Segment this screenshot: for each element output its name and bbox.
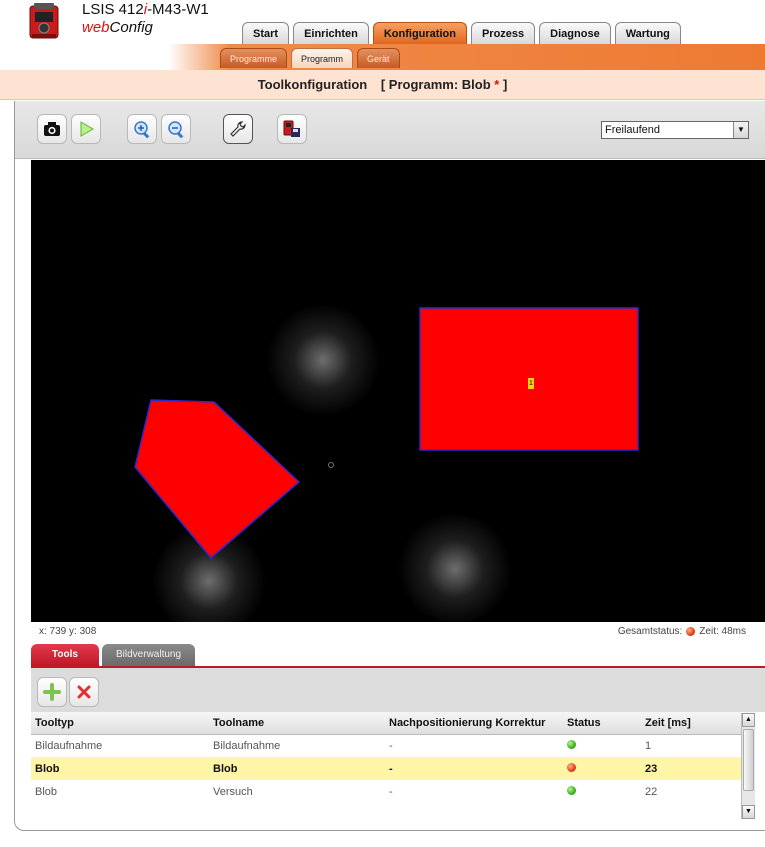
cell-nachpos: -	[385, 757, 563, 780]
cell-zeit: 1	[641, 734, 755, 757]
device-camera-icon	[29, 3, 59, 39]
save-device-icon	[283, 120, 300, 137]
cell-nachpos: -	[385, 734, 563, 757]
cell-name: Bildaufnahme	[209, 734, 385, 757]
trigger-mode-select[interactable]: Freilaufend ▼	[601, 121, 749, 139]
table-row[interactable]: Bildaufnahme Bildaufnahme -1	[31, 734, 755, 757]
cell-name: Versuch	[209, 780, 385, 803]
tab-einrichten[interactable]: Einrichten	[293, 22, 369, 44]
tool-settings-button[interactable]	[223, 114, 253, 144]
wrench-icon	[230, 121, 246, 137]
roi-polygon[interactable]	[134, 399, 301, 560]
cell-type: Blob	[31, 780, 209, 803]
zoom-in-button[interactable]	[127, 114, 157, 144]
sub-navigation: Programme Programm Gerät	[220, 48, 400, 68]
status-red-icon	[686, 627, 696, 636]
column-header[interactable]: Toolname	[209, 712, 385, 735]
tab-tools[interactable]: Tools	[31, 644, 99, 666]
status-red-icon	[567, 762, 576, 772]
table-scrollbar[interactable]: ▲ ▼	[741, 713, 755, 819]
cell-type: Blob	[31, 757, 209, 780]
cell-name: Blob	[209, 757, 385, 780]
subtab-2[interactable]: Gerät	[357, 48, 400, 68]
page-title-label: Toolkonfiguration	[257, 77, 368, 92]
tab-start[interactable]: Start	[242, 22, 290, 44]
overall-status: Gesamtstatus: Zeit: 48ms	[617, 626, 746, 637]
cell-zeit: 23	[641, 757, 755, 780]
run-button[interactable]	[71, 114, 101, 144]
zoom-in-icon	[134, 121, 150, 139]
cursor-coordinates: x: 739 y: 308	[39, 626, 97, 637]
status-green-icon	[567, 785, 576, 795]
page-title: Toolkonfiguration [ Programm: Blob * ]	[0, 70, 765, 100]
column-header[interactable]: Tooltyp	[31, 712, 209, 735]
camera-icon	[44, 122, 60, 136]
cell-zeit: 22	[641, 780, 755, 803]
table-header-row: Tooltyp Toolname Nachpositionierung Korr…	[31, 712, 755, 735]
column-header[interactable]: Zeit [ms]	[641, 712, 755, 735]
subtab-1[interactable]: Programm	[291, 48, 354, 68]
scrollbar-thumb[interactable]	[743, 729, 754, 791]
capture-image-button[interactable]	[37, 114, 67, 144]
cell-type: Bildaufnahme	[31, 734, 209, 757]
scroll-up-icon[interactable]: ▲	[742, 713, 755, 727]
delete-tool-button[interactable]	[69, 677, 99, 707]
cell-nachpos: -	[385, 780, 563, 803]
tools-toolbar	[31, 666, 765, 712]
add-tool-button[interactable]	[37, 677, 67, 707]
tab-wartung[interactable]: Wartung	[614, 22, 681, 44]
webconfig-app: LSIS 412i-M43-W1 webConfig Start Einricht…	[0, 0, 765, 847]
tab-bildverwaltung[interactable]: Bildverwaltung	[102, 644, 196, 666]
zoom-out-button[interactable]	[161, 114, 191, 144]
roi-label: 1	[528, 378, 534, 389]
cell-status	[563, 780, 641, 803]
center-marker	[328, 462, 334, 468]
table-row[interactable]: Blob Blob -23	[31, 757, 755, 780]
image-toolbar: Freilaufend ▼	[15, 101, 765, 159]
tab-prozess[interactable]: Prozess	[470, 22, 536, 44]
camera-image-view[interactable]: 1	[31, 160, 765, 622]
cell-status	[563, 757, 641, 780]
save-to-device-button[interactable]	[277, 114, 307, 144]
tab-diagnose[interactable]: Diagnose	[539, 22, 611, 44]
subtab-0[interactable]: Programme	[220, 48, 288, 68]
plus-icon	[43, 683, 61, 701]
chevron-down-icon[interactable]: ▼	[733, 122, 748, 138]
zoom-out-icon	[168, 121, 184, 139]
play-icon	[80, 121, 94, 137]
content-area: Freilaufend ▼ 1 x: 739 y: 308 Gesamtstat…	[14, 101, 765, 831]
column-header[interactable]: Status	[563, 712, 641, 735]
status-green-icon	[567, 739, 576, 749]
scroll-down-icon[interactable]: ▼	[742, 805, 755, 819]
tab-konfiguration[interactable]: Konfiguration	[372, 22, 467, 44]
cell-status	[563, 734, 641, 757]
delete-icon	[77, 685, 91, 699]
program-name: [ Programm: Blob * ]	[380, 77, 508, 92]
column-header[interactable]: Nachpositionierung Korrektur	[385, 712, 563, 735]
table-row[interactable]: Blob Versuch - 22	[31, 780, 755, 803]
main-navigation: Start Einrichten Konfiguration Prozess Diagn…	[242, 22, 681, 44]
roi-overlay	[134, 307, 639, 560]
tools-table: Tooltyp Toolname Nachpositionierung Korr…	[31, 712, 755, 803]
bottom-tabs: Tools Bildverwaltung	[31, 644, 196, 666]
device-title: LSIS 412i-M43-W1	[82, 1, 209, 18]
app-name: webConfig	[82, 19, 153, 36]
